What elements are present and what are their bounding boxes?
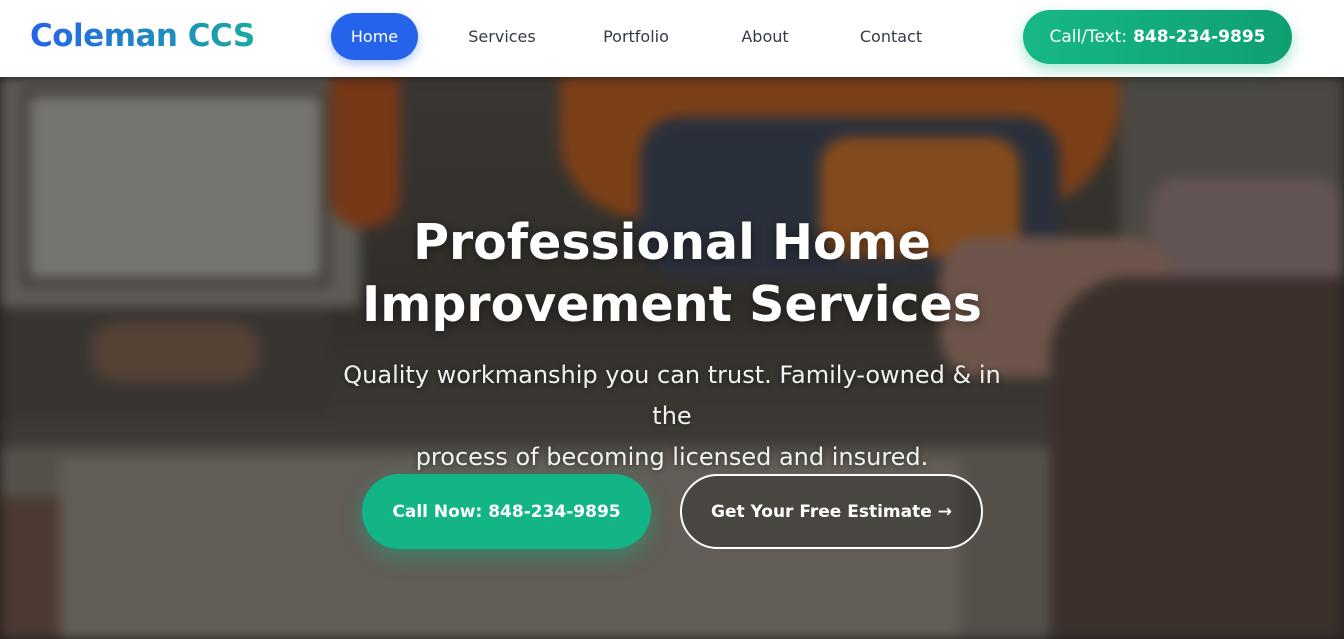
hero-content: Professional Home Improvement Services Q… [0,77,1344,639]
arrow-right-icon: → [937,501,953,522]
nav-item-about[interactable]: About [740,13,790,60]
free-estimate-button[interactable]: Get Your Free Estimate → [680,474,983,549]
hero-subtitle-line-2: process of becoming licensed and insured… [415,443,929,471]
top-nav: Coleman CCS Home Services Portfolio Abou… [0,0,1344,77]
hero-title-line-2: Improvement Services [362,276,982,333]
hero-subtitle-line-1: Quality workmanship you can trust. Famil… [343,361,1001,430]
nav-item-contact[interactable]: Contact [860,13,922,60]
nav-item-home[interactable]: Home [331,13,418,60]
hero-subtitle: Quality workmanship you can trust. Famil… [322,355,1022,478]
call-text-button[interactable]: Call/Text: 848-234-9895 [1023,10,1292,64]
hero-section: Professional Home Improvement Services Q… [0,77,1344,639]
call-now-button[interactable]: Call Now: 848-234-9895 [362,474,651,549]
main-nav: Home Services Portfolio About Contact [331,13,922,60]
call-text-prefix: Call/Text: [1049,27,1128,47]
brand-logo[interactable]: Coleman CCS [30,18,255,54]
free-estimate-label: Get Your Free Estimate [710,501,932,522]
call-text-phone: 848-234-9895 [1133,27,1266,47]
nav-item-services[interactable]: Services [468,13,535,60]
hero-title-line-1: Professional Home [413,214,931,271]
nav-item-portfolio[interactable]: Portfolio [603,13,669,60]
hero-title: Professional Home Improvement Services [272,212,1072,336]
